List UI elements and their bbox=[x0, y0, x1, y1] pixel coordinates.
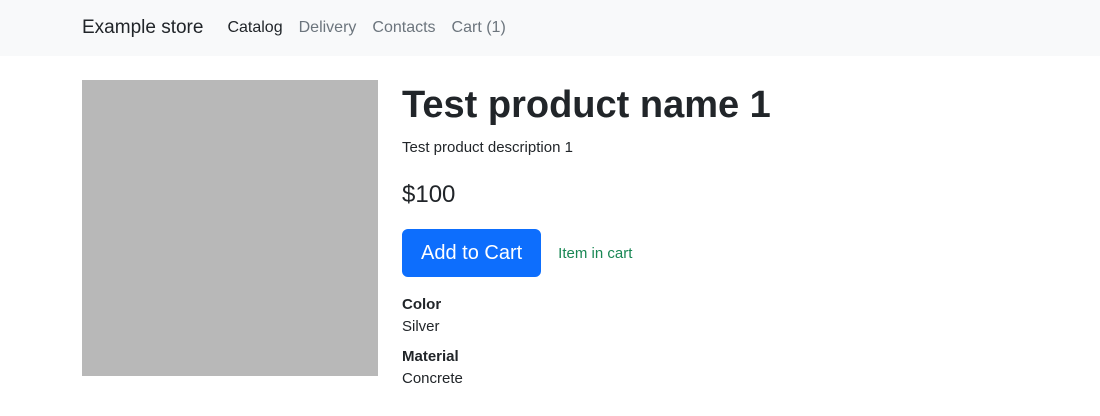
navbar-content: Example store Catalog Delivery Contacts … bbox=[82, 17, 506, 39]
attribute-value: Silver bbox=[402, 318, 440, 335]
nav-link-catalog[interactable]: Catalog bbox=[227, 19, 282, 37]
attribute-color: Color Silver bbox=[402, 295, 1022, 339]
nav-link-delivery[interactable]: Delivery bbox=[299, 19, 357, 37]
product-title: Test product name 1 bbox=[402, 84, 771, 126]
attribute-name: Color bbox=[402, 296, 442, 313]
product-description: Test product description 1 bbox=[402, 139, 573, 156]
cart-row: Add to Cart Item in cart bbox=[402, 229, 1022, 277]
navbar: Example store Catalog Delivery Contacts … bbox=[0, 0, 1100, 56]
product-price: $100 bbox=[402, 181, 456, 208]
attribute-name: Material bbox=[402, 348, 459, 365]
brand-link[interactable]: Example store bbox=[82, 17, 203, 39]
product-details: Test product name 1 Test product descrip… bbox=[402, 80, 1022, 399]
add-to-cart-button[interactable]: Add to Cart bbox=[402, 229, 542, 277]
product-page: Test product name 1 Test product descrip… bbox=[0, 80, 1100, 416]
cart-status-text: Item in cart bbox=[558, 244, 633, 262]
product-attributes: Color Silver Material Concrete bbox=[402, 295, 1022, 391]
nav-link-cart[interactable]: Cart (1) bbox=[452, 19, 506, 37]
product-image-placeholder bbox=[82, 80, 378, 376]
nav-links: Catalog Delivery Contacts Cart (1) bbox=[227, 19, 505, 37]
nav-link-contacts[interactable]: Contacts bbox=[372, 19, 435, 37]
attribute-value: Concrete bbox=[402, 370, 463, 387]
attribute-material: Material Concrete bbox=[402, 347, 1022, 391]
